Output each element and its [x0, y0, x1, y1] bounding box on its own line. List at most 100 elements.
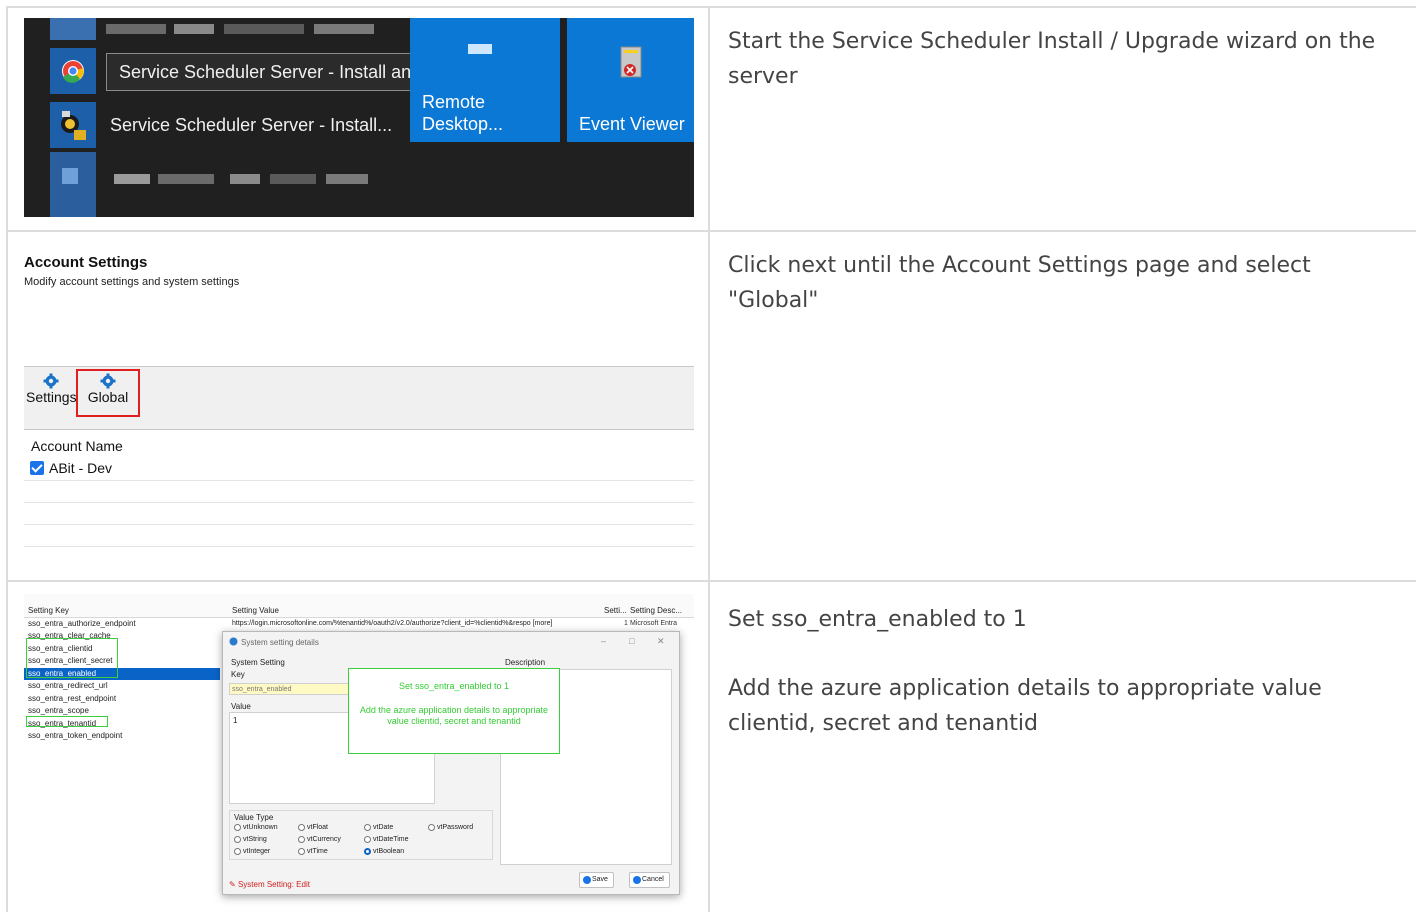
step-1-screenshot-cell: Service Scheduler Server - Install and U…: [8, 8, 710, 230]
dialog-title: System setting details: [241, 638, 319, 647]
account-item-label: ABit - Dev: [49, 460, 113, 476]
step-1-description-cell: Start the Service Scheduler Install / Up…: [712, 8, 1416, 230]
radio-vtinteger[interactable]: vtInteger: [234, 848, 270, 855]
radio-label: vtBoolean: [373, 848, 405, 855]
radio-vtboolean[interactable]: vtBoolean: [364, 848, 404, 855]
radio-vtfloat[interactable]: vtFloat: [298, 824, 328, 831]
value-label: Value: [231, 702, 251, 711]
event-viewer-icon: [620, 46, 642, 78]
step-row-2: Account Settings Modify account settings…: [8, 232, 1416, 582]
system-settings-screenshot: Setting Key Setting Value Setti... Setti…: [24, 594, 694, 908]
radio-vtunknown[interactable]: vtUnknown: [234, 824, 278, 831]
remote-desktop-tile[interactable]: Remote Desktop...: [410, 18, 560, 142]
step-3-description-cell: Set sso_entra_enabled to 1 Add the azure…: [712, 582, 1416, 912]
settings-button[interactable]: Settings: [26, 373, 77, 405]
list-divider: [24, 546, 694, 547]
step-row-3: Setting Key Setting Value Setti... Setti…: [8, 582, 1416, 912]
radio-label: vtString: [243, 836, 267, 843]
minimize-icon[interactable]: –: [601, 636, 606, 646]
radio-icon: [298, 824, 305, 831]
cancel-label: Cancel: [642, 876, 664, 883]
list-divider: [24, 502, 694, 503]
account-item[interactable]: ABit - Dev: [30, 460, 112, 476]
callout-line2: Add the azure application details to app…: [359, 705, 549, 726]
step-row-1: Service Scheduler Server - Install and U…: [8, 8, 1416, 232]
setting-key-row[interactable]: sso_entra_authorize_endpoint: [28, 618, 218, 630]
tenantid-highlight: [26, 716, 108, 727]
remote-desktop-line2: Desktop...: [422, 114, 504, 134]
radio-icon: [364, 824, 371, 831]
save-label: Save: [592, 876, 608, 883]
chrome-icon: [62, 60, 84, 83]
col-setting-value: Setting Value: [232, 606, 279, 615]
step-2-screenshot-cell: Account Settings Modify account settings…: [8, 232, 710, 580]
radio-icon: [234, 836, 241, 843]
value-type-group: Value Type vtUnknown vtFloat vtDate vtPa…: [229, 810, 493, 860]
radio-icon: [234, 848, 241, 855]
service-scheduler-tile[interactable]: [50, 102, 96, 148]
step-3-screenshot-cell: Setting Key Setting Value Setti... Setti…: [8, 582, 710, 912]
step-3-text-2: Add the azure application details to app…: [728, 676, 1322, 736]
list-divider: [24, 524, 694, 525]
radio-selected-icon: [364, 848, 371, 855]
status-text: ✎ System Setting: Edit: [229, 880, 310, 889]
remote-desktop-line1: Remote: [422, 92, 486, 112]
global-highlight-box: [76, 369, 140, 417]
service-scheduler-label[interactable]: Service Scheduler Server - Install...: [110, 114, 392, 136]
step-2-description-cell: Click next until the Account Settings pa…: [712, 232, 1416, 580]
account-settings-title: Account Settings: [24, 254, 148, 271]
col-setting-num: Setti...: [604, 606, 627, 615]
col-setting-desc: Setting Desc...: [630, 606, 683, 615]
account-toolbar: Settings Global: [24, 366, 694, 430]
radio-vtdate[interactable]: vtDate: [364, 824, 393, 831]
monitor-icon: [468, 44, 492, 54]
first-setting-desc: Microsoft Entra: [630, 620, 678, 627]
edit-icon: ✎: [229, 880, 236, 889]
event-viewer-label: Event Viewer: [579, 114, 685, 134]
instruction-callout: Set sso_entra_enabled to 1 Add the azure…: [348, 668, 560, 754]
app-icon: [229, 637, 238, 646]
event-viewer-tile[interactable]: Event Viewer: [567, 18, 694, 142]
checkbox-checked-icon[interactable]: [30, 461, 44, 475]
save-button[interactable]: Save: [579, 872, 614, 888]
maximize-icon[interactable]: □: [629, 636, 634, 646]
radio-label: vtPassword: [437, 824, 474, 831]
radio-label: vtFloat: [307, 824, 329, 831]
radio-vtstring[interactable]: vtString: [234, 836, 267, 843]
radio-icon: [298, 836, 305, 843]
settings-button-label: Settings: [26, 389, 77, 405]
system-setting-label: System Setting: [231, 658, 285, 667]
callout-line1: Set sso_entra_enabled to 1: [398, 681, 510, 691]
radio-vtdatetime[interactable]: vtDateTime: [364, 836, 409, 843]
radio-vtcurrency[interactable]: vtCurrency: [298, 836, 341, 843]
instructions-table: Service Scheduler Server - Install and U…: [6, 6, 1416, 912]
setting-key-row[interactable]: sso_entra_token_endpoint: [28, 730, 218, 742]
close-icon[interactable]: ✕: [657, 636, 665, 647]
client-keys-highlight: [26, 638, 118, 678]
setting-key-row[interactable]: sso_entra_rest_endpoint: [28, 693, 218, 705]
first-setting-value: https://login.microsoftonline.com/%tenan…: [232, 620, 553, 627]
installer-icon: [61, 111, 86, 140]
cancel-icon: [633, 876, 641, 884]
radio-vttime[interactable]: vtTime: [298, 848, 328, 855]
radio-label: vtTime: [307, 848, 328, 855]
radio-label: vtUnknown: [243, 824, 278, 831]
cancel-button[interactable]: Cancel: [629, 872, 670, 888]
gear-icon: [43, 373, 59, 389]
radio-icon: [364, 836, 371, 843]
setting-key-row[interactable]: sso_entra_redirect_url: [28, 680, 218, 692]
step-1-text: Start the Service Scheduler Install / Up…: [728, 29, 1376, 89]
key-label: Key: [231, 670, 245, 679]
radio-icon: [234, 824, 241, 831]
settings-grid-header: Setting Key Setting Value Setti... Setti…: [24, 594, 694, 618]
col-setting-key: Setting Key: [28, 606, 69, 615]
radio-icon: [298, 848, 305, 855]
radio-label: vtDateTime: [373, 836, 409, 843]
radio-vtpassword[interactable]: vtPassword: [428, 824, 473, 831]
chrome-tile[interactable]: [50, 48, 96, 94]
step-3-text-1: Set sso_entra_enabled to 1: [728, 607, 1027, 632]
status-label: System Setting: Edit: [237, 880, 310, 889]
account-settings-subtitle: Modify account settings and system setti…: [24, 276, 240, 288]
account-name-header: Account Name: [31, 438, 123, 454]
value-type-label: Value Type: [234, 813, 274, 822]
